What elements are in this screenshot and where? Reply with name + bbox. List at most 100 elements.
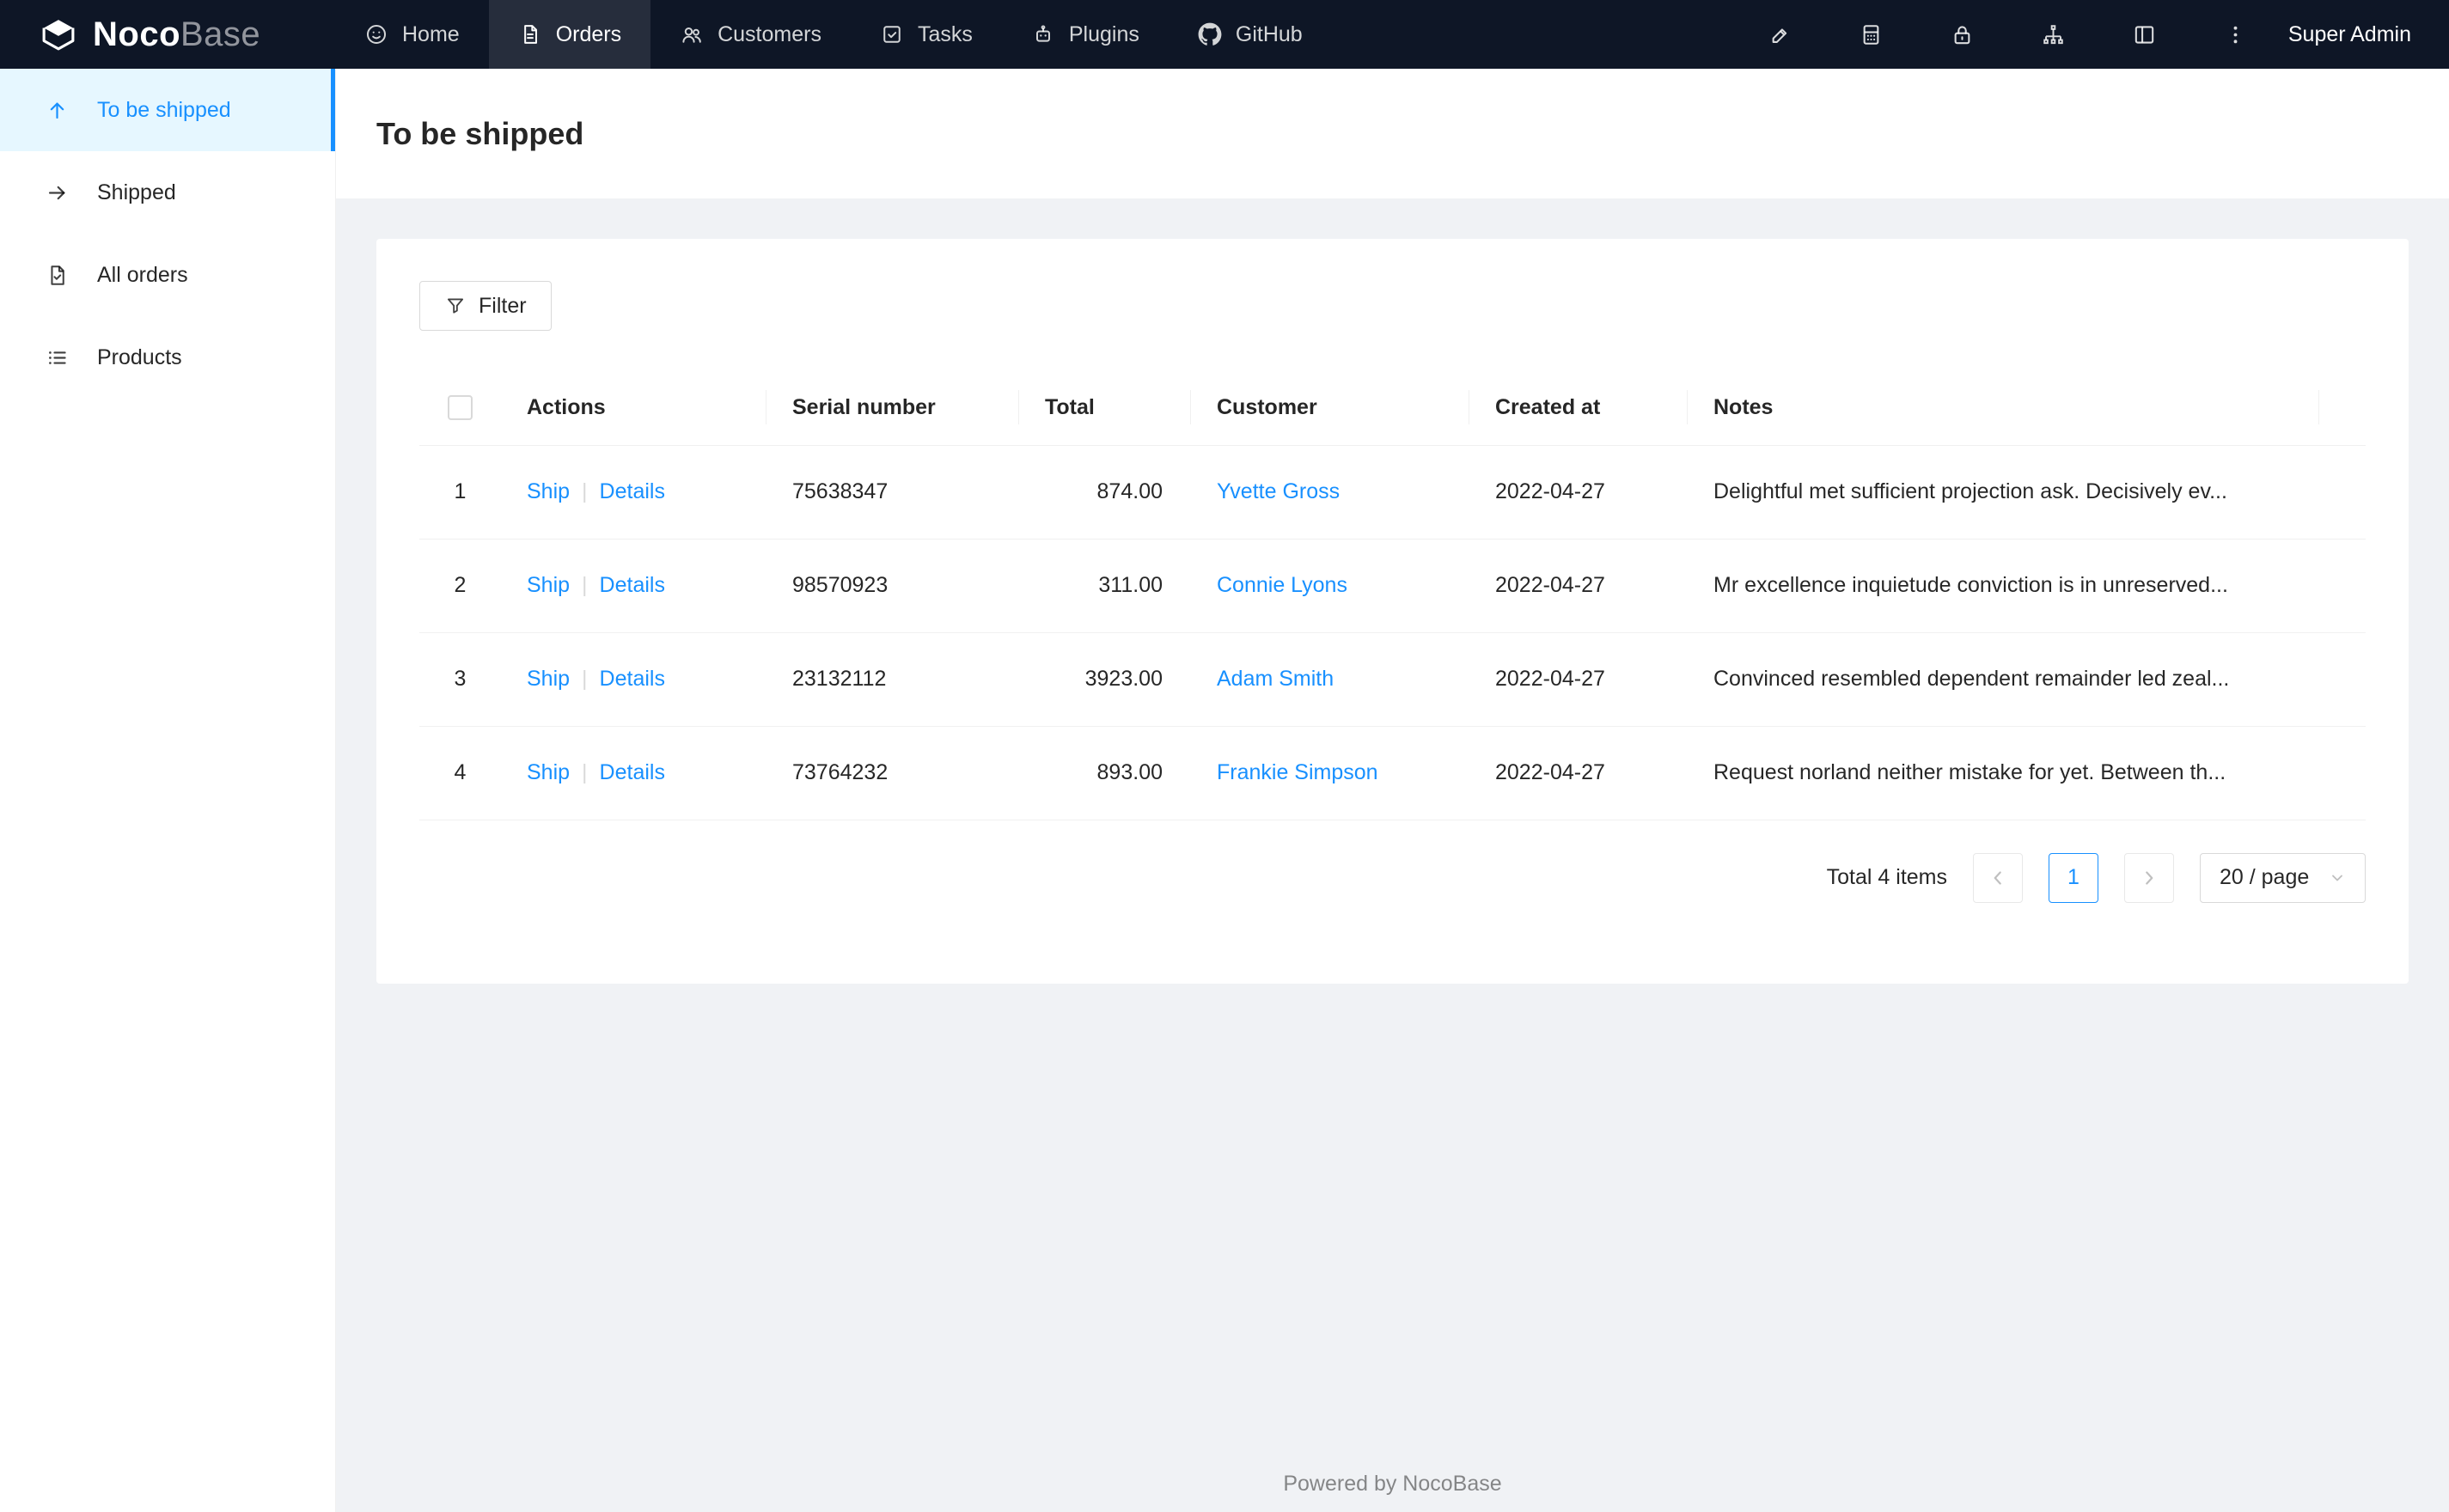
layout-button[interactable] (2099, 0, 2190, 69)
sidebar-item-to-be-shipped[interactable]: To be shipped (0, 69, 335, 151)
highlighter-icon (1768, 22, 1792, 47)
cell-actions: Ship | Details (501, 726, 766, 820)
header-notes: Notes (1688, 370, 2319, 446)
header-spacer (2319, 370, 2366, 446)
orders-icon (518, 22, 542, 46)
pagination-page-1[interactable]: 1 (2049, 852, 2098, 903)
lock-button[interactable] (1917, 0, 2008, 69)
pagination-total: Total 4 items (1826, 865, 1947, 889)
customer-link[interactable]: Connie Lyons (1217, 573, 1347, 597)
footer-text: Powered by NocoBase (1283, 1472, 1502, 1496)
lock-icon (1950, 22, 1975, 47)
nav-item-plugins[interactable]: Plugins (1002, 0, 1169, 69)
cell-notes: Mr excellence inquietude conviction is i… (1688, 539, 2319, 633)
cell-created-at: 2022-04-27 (1469, 726, 1688, 820)
cell-spacer (2319, 632, 2366, 727)
cell-customer: Connie Lyons (1191, 539, 1469, 633)
nocobase-logo[interactable]: NocoBase (0, 15, 335, 54)
ship-link[interactable]: Ship (527, 573, 570, 597)
page-size-value: 20 / page (2220, 865, 2310, 889)
calculator-button[interactable] (1826, 0, 1917, 69)
ship-link[interactable]: Ship (527, 667, 570, 691)
user-menu[interactable]: Super Admin (2288, 22, 2411, 47)
cell-notes: Request norland neither mistake for yet.… (1688, 726, 2319, 820)
pagination-next-button[interactable] (2124, 852, 2174, 903)
header-total: Total (1019, 370, 1191, 446)
cell-created-at: 2022-04-27 (1469, 632, 1688, 727)
list-icon (45, 345, 70, 370)
sidebar-item-label: Shipped (97, 180, 176, 204)
logo-text: NocoBase (93, 15, 261, 53)
header-customer: Customer (1191, 370, 1469, 446)
arrow-right-icon (45, 180, 70, 205)
details-link[interactable]: Details (600, 760, 665, 784)
customers-icon (680, 22, 704, 46)
github-icon (1198, 22, 1222, 46)
sidebar-item-label: To be shipped (97, 97, 231, 122)
sidebar-item-shipped[interactable]: Shipped (0, 151, 335, 234)
cell-total: 3923.00 (1019, 632, 1191, 727)
select-all-checkbox[interactable] (448, 395, 473, 421)
nav-label: Tasks (917, 21, 973, 46)
cell-customer: Adam Smith (1191, 632, 1469, 727)
cell-customer: Yvette Gross (1191, 445, 1469, 540)
cell-spacer (2319, 726, 2366, 820)
cell-total: 893.00 (1019, 726, 1191, 820)
nav-label: Home (402, 21, 460, 46)
details-link[interactable]: Details (600, 573, 665, 597)
details-link[interactable]: Details (600, 667, 665, 691)
cell-created-at: 2022-04-27 (1469, 445, 1688, 540)
collections-button[interactable] (2008, 0, 2099, 69)
cell-serial-number: 23132112 (766, 632, 1019, 727)
action-divider: | (582, 573, 588, 597)
cell-total: 874.00 (1019, 445, 1191, 540)
nav-item-github[interactable]: GitHub (1169, 0, 1332, 69)
nav-item-customers[interactable]: Customers (650, 0, 851, 69)
customer-link[interactable]: Adam Smith (1217, 667, 1334, 691)
filter-button[interactable]: Filter (419, 281, 552, 331)
arrow-up-icon (45, 98, 70, 123)
cell-spacer (2319, 445, 2366, 540)
plugins-icon (1031, 22, 1055, 46)
table-row: 4 Ship | Details 73764232 893.00 Frankie S… (419, 726, 2366, 820)
ship-link[interactable]: Ship (527, 479, 570, 503)
customer-link[interactable]: Frankie Simpson (1217, 760, 1378, 784)
customer-link[interactable]: Yvette Gross (1217, 479, 1340, 503)
sidebar: To be shipped Shipped All orders Product… (0, 69, 336, 1512)
sidebar-item-products[interactable]: Products (0, 316, 335, 399)
calculator-icon (1859, 22, 1884, 47)
pagination-prev-button[interactable] (1973, 852, 2023, 903)
nocobase-logo-icon (40, 15, 77, 53)
more-button[interactable] (2190, 0, 2281, 69)
cell-customer: Frankie Simpson (1191, 726, 1469, 820)
content-area: Filter Actions Serial number Total Custo… (336, 198, 2449, 984)
layout-icon (2132, 22, 2157, 47)
nav-item-home[interactable]: Home (335, 0, 489, 69)
nav-item-tasks[interactable]: Tasks (851, 0, 1002, 69)
page-size-select[interactable]: 20 / page (2200, 852, 2366, 903)
sidebar-item-label: Products (97, 344, 182, 369)
nav-item-orders[interactable]: Orders (488, 0, 651, 69)
sidebar-item-label: All orders (97, 262, 188, 287)
cell-notes: Convinced resembled dependent remainder … (1688, 632, 2319, 727)
main-menu: Home Orders Customers Tasks Plugins GitH… (335, 0, 1332, 69)
orders-table: Actions Serial number Total Customer Cre… (419, 370, 2366, 820)
cell-serial-number: 73764232 (766, 726, 1019, 820)
tasks-icon (880, 22, 904, 46)
cell-serial-number: 75638347 (766, 445, 1019, 540)
cell-created-at: 2022-04-27 (1469, 539, 1688, 633)
sidebar-item-all-orders[interactable]: All orders (0, 234, 335, 316)
collections-icon (2041, 22, 2066, 47)
nav-label: Plugins (1068, 21, 1139, 46)
cell-actions: Ship | Details (501, 539, 766, 633)
main-area: To be shipped Filter Actions Serial numb… (336, 69, 2449, 1512)
details-link[interactable]: Details (600, 479, 665, 503)
ship-link[interactable]: Ship (527, 760, 570, 784)
orders-card: Filter Actions Serial number Total Custo… (376, 239, 2409, 984)
nav-label: GitHub (1235, 21, 1303, 46)
file-check-icon (45, 263, 70, 288)
nav-label: Orders (555, 21, 622, 46)
row-index: 4 (419, 726, 501, 820)
page-header: To be shipped (336, 69, 2449, 198)
highlighter-button[interactable] (1735, 0, 1826, 69)
